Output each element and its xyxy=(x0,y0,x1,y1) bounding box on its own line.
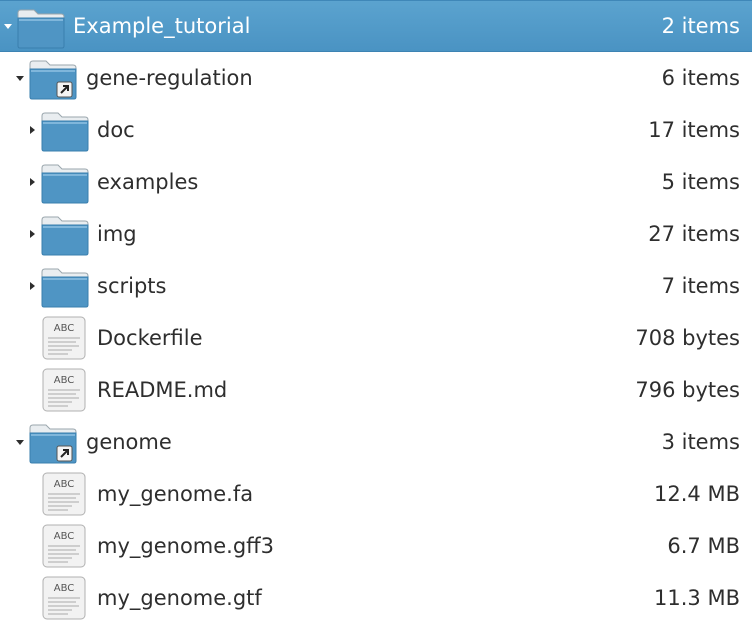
item-size: 17 items xyxy=(648,118,740,142)
item-name: my_genome.gff3 xyxy=(97,534,275,558)
item-name: my_genome.fa xyxy=(97,482,254,506)
file-icon-label: ABC xyxy=(54,479,75,490)
tree-row-example-tutorial[interactable]: Example_tutorial 2 items xyxy=(0,0,752,52)
item-size: 6.7 MB xyxy=(667,534,740,558)
text-file-icon: ABC xyxy=(42,368,86,417)
item-size: 7 items xyxy=(661,274,740,298)
expander-expanded-icon[interactable] xyxy=(13,435,27,449)
item-size: 27 items xyxy=(648,222,740,246)
item-name: README.md xyxy=(97,378,228,402)
item-size: 2 items xyxy=(661,14,740,38)
text-file-icon: ABC xyxy=(42,524,86,573)
text-file-icon: ABC xyxy=(42,316,86,365)
folder-icon xyxy=(41,162,89,209)
folder-link-icon xyxy=(29,58,77,105)
item-name: doc xyxy=(97,118,135,142)
tree-row-examples[interactable]: examples 5 items xyxy=(0,156,752,208)
file-icon-label: ABC xyxy=(54,583,75,594)
item-size: 3 items xyxy=(661,430,740,454)
tree-row-my-genome-gff3[interactable]: ABC my_genome.gff3 6.7 MB xyxy=(0,520,752,572)
item-size: 11.3 MB xyxy=(654,586,740,610)
expander-expanded-icon[interactable] xyxy=(13,71,27,85)
item-name: img xyxy=(97,222,137,246)
expander-collapsed-icon[interactable] xyxy=(25,123,39,137)
file-icon-label: ABC xyxy=(54,531,75,542)
folder-link-icon xyxy=(29,422,77,469)
expander-collapsed-icon[interactable] xyxy=(25,175,39,189)
item-size: 12.4 MB xyxy=(654,482,740,506)
item-size: 708 bytes xyxy=(635,326,740,350)
expander-collapsed-icon[interactable] xyxy=(25,227,39,241)
item-name: examples xyxy=(97,170,199,194)
tree-row-dockerfile[interactable]: ABC Dockerfile 708 bytes xyxy=(0,312,752,364)
text-file-icon: ABC xyxy=(42,576,86,625)
tree-row-my-genome-fa[interactable]: ABC my_genome.fa 12.4 MB xyxy=(0,468,752,520)
expander-expanded-icon[interactable] xyxy=(1,19,15,33)
file-icon-label: ABC xyxy=(54,375,75,386)
item-size: 5 items xyxy=(661,170,740,194)
file-tree: Example_tutorial 2 items gene-regulation… xyxy=(0,0,752,630)
tree-row-my-genome-gtf[interactable]: ABC my_genome.gtf 11.3 MB xyxy=(0,572,752,624)
tree-row-doc[interactable]: doc 17 items xyxy=(0,104,752,156)
folder-icon xyxy=(41,214,89,261)
item-name: scripts xyxy=(97,274,167,298)
folder-icon xyxy=(41,110,89,157)
folder-icon xyxy=(17,7,65,54)
item-size: 796 bytes xyxy=(635,378,740,402)
tree-row-scripts[interactable]: scripts 7 items xyxy=(0,260,752,312)
item-name: genome xyxy=(86,430,172,454)
expander-collapsed-icon[interactable] xyxy=(25,279,39,293)
tree-row-genome[interactable]: genome 3 items xyxy=(0,416,752,468)
item-size: 6 items xyxy=(661,66,740,90)
item-name: Dockerfile xyxy=(97,326,203,350)
item-name: gene-regulation xyxy=(86,66,253,90)
item-name: my_genome.gtf xyxy=(97,586,262,610)
tree-row-gene-regulation[interactable]: gene-regulation 6 items xyxy=(0,52,752,104)
file-icon-label: ABC xyxy=(54,323,75,334)
text-file-icon: ABC xyxy=(42,472,86,521)
folder-icon xyxy=(41,266,89,313)
tree-row-img[interactable]: img 27 items xyxy=(0,208,752,260)
tree-row-readme[interactable]: ABC README.md 796 bytes xyxy=(0,364,752,416)
item-name: Example_tutorial xyxy=(73,14,251,38)
